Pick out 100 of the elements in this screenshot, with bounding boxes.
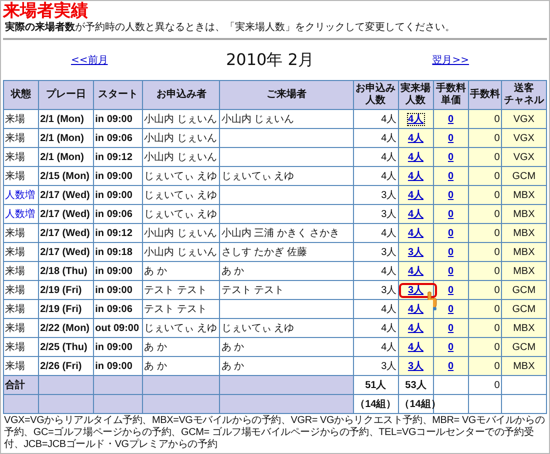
table-cell: 2/19 (Fri) <box>38 280 94 300</box>
table-cell: 0 <box>468 204 502 224</box>
notice-text: 実際の来場者数が予約時の人数と異なるときは、「実来場人数」をクリックして変更してください。 <box>4 21 456 35</box>
count-link[interactable]: 0 <box>448 152 454 162</box>
table-cell: 小山内 三浦 かきく さかき <box>220 224 354 242</box>
prev-month-link[interactable]: <<前月 <box>71 53 108 67</box>
count-link[interactable]: 0 <box>448 114 454 124</box>
table-cell: MBX <box>501 186 546 204</box>
table-cell: 4人 <box>353 224 398 242</box>
table-cell: あ か <box>142 338 220 356</box>
total-label: 合計 <box>4 376 39 394</box>
table-cell: 0 <box>468 242 502 262</box>
table-cell: in 09:00 <box>94 280 143 300</box>
table-cell: in 09:18 <box>94 242 143 262</box>
table-cell: あ か <box>220 262 354 280</box>
status-cell: 人数増 <box>4 204 39 224</box>
table-cell: 2/17 (Wed) <box>38 204 94 224</box>
count-link[interactable]: 0 <box>448 170 454 182</box>
table-cell: 小山内 じぇいん <box>220 110 354 128</box>
table-cell: 0 <box>468 300 502 318</box>
table-cell: （14組） <box>353 394 398 414</box>
table-cell: MBX <box>501 262 546 280</box>
table-cell: 4人 <box>353 338 398 356</box>
table-cell: じぇいてぃ えゆ <box>142 204 220 224</box>
table-cell: MBX <box>501 224 546 242</box>
count-link[interactable]: 0 <box>448 284 454 296</box>
table-cell: （14組） <box>398 394 434 414</box>
table-cell: あ か <box>220 338 354 356</box>
status-cell: 来場 <box>4 128 39 148</box>
column-header: お申込み 人数 <box>353 80 398 110</box>
table-cell: テスト テスト <box>142 280 220 300</box>
count-link[interactable]: 0 <box>448 208 454 220</box>
table-cell: 4人 <box>353 166 398 186</box>
status-cell: 来場 <box>4 242 39 262</box>
table-cell: テスト テスト <box>220 280 354 300</box>
table-cell: 0 <box>468 128 502 148</box>
table-cell: 0 <box>468 376 502 394</box>
status-cell: 来場 <box>4 280 39 300</box>
status-cell: 来場 <box>4 318 39 338</box>
table-cell: 小山内 じぇいん <box>142 242 220 262</box>
table-cell: 2/1 (Mon) <box>38 110 94 128</box>
count-link[interactable]: 0 <box>448 266 454 276</box>
count-link[interactable]: 0 <box>448 322 454 334</box>
table-cell: 2/1 (Mon) <box>38 148 94 166</box>
table-cell: 51人 <box>353 376 398 394</box>
table-cell: じぇいてぃ えゆ <box>142 318 220 338</box>
table-cell: じぇいてぃ えゆ <box>220 166 354 186</box>
column-header: 状態 <box>4 80 39 110</box>
table-cell: 2/17 (Wed) <box>38 224 94 242</box>
month-heading: 2010年 2月 <box>226 50 314 70</box>
table-cell: 4人 <box>353 148 398 166</box>
table-cell: MBX <box>501 204 546 224</box>
count-link[interactable]: 0 <box>448 228 454 238</box>
count-link[interactable]: 0 <box>448 360 454 372</box>
page-title: 来場者実績 <box>2 1 89 21</box>
table-cell: テスト テスト <box>142 300 220 318</box>
table-cell: 4人 <box>353 300 398 318</box>
table-cell: VGX <box>501 110 546 128</box>
table-cell: 2/15 (Mon) <box>38 166 94 186</box>
count-link[interactable]: 0 <box>448 304 454 314</box>
next-month-link[interactable]: 翌月>> <box>432 53 469 67</box>
table-cell: in 09:00 <box>94 186 143 204</box>
table-cell: 小山内 じぇいん <box>142 128 220 148</box>
column-header: 実来場 人数 <box>398 80 434 110</box>
column-header: 手数料 単価 <box>433 80 468 110</box>
table-cell: 2/18 (Thu) <box>38 262 94 280</box>
table-cell: MBX <box>501 356 546 376</box>
status-cell: 来場 <box>4 338 39 356</box>
footnote-text: VGX=VGからリアルタイム予約、MBX=VGモバイルからの予約、VGR= VGからリクエスト予約、MBR= VGモバイルからの予約、GC=ゴルフ場ページからの予約、GCM= ゴルフ場モバイルページからの予約、TEL=VGコールセンターでの予約受付、JCB=JCBゴールド・VGプレミアからの予約 <box>3 414 546 451</box>
column-header: 送客 チャネル <box>501 80 546 110</box>
table-cell: 0 <box>468 224 502 242</box>
table-cell: GCM <box>501 166 546 186</box>
count-link[interactable]: 0 <box>448 132 454 144</box>
table-cell: VGX <box>501 128 546 148</box>
count-link[interactable]: 0 <box>448 246 454 258</box>
table-cell: 2/1 (Mon) <box>38 128 94 148</box>
table-cell: 4人 <box>353 128 398 148</box>
table-cell: 0 <box>468 280 502 300</box>
table-cell: 小山内 じぇいん <box>142 224 220 242</box>
table-cell: in 09:00 <box>94 166 143 186</box>
count-link[interactable]: 0 <box>448 190 454 200</box>
table-cell: 0 <box>468 262 502 280</box>
table-cell: 2/17 (Wed) <box>38 242 94 262</box>
table-cell: 3人 <box>353 280 398 300</box>
table-cell: GCM <box>501 300 546 318</box>
status-cell: 来場 <box>4 166 39 186</box>
table-cell: in 09:00 <box>94 262 143 280</box>
count-link[interactable]: 0 <box>448 342 454 352</box>
table-cell: 0 <box>468 148 502 166</box>
column-header: スタート <box>94 80 143 110</box>
table-cell: じぇいてぃ えゆ <box>142 166 220 186</box>
table-cell: VGX <box>501 148 546 166</box>
table-cell: in 09:12 <box>94 148 143 166</box>
table-cell: MBX <box>501 242 546 262</box>
status-cell: 来場 <box>4 110 39 128</box>
table-cell: じぇいてぃ えゆ <box>220 318 354 338</box>
status-cell: 来場 <box>4 262 39 280</box>
column-header: 手数料 <box>468 80 502 110</box>
table-cell: 2/22 (Mon) <box>38 318 94 338</box>
table-cell: GCM <box>501 280 546 300</box>
